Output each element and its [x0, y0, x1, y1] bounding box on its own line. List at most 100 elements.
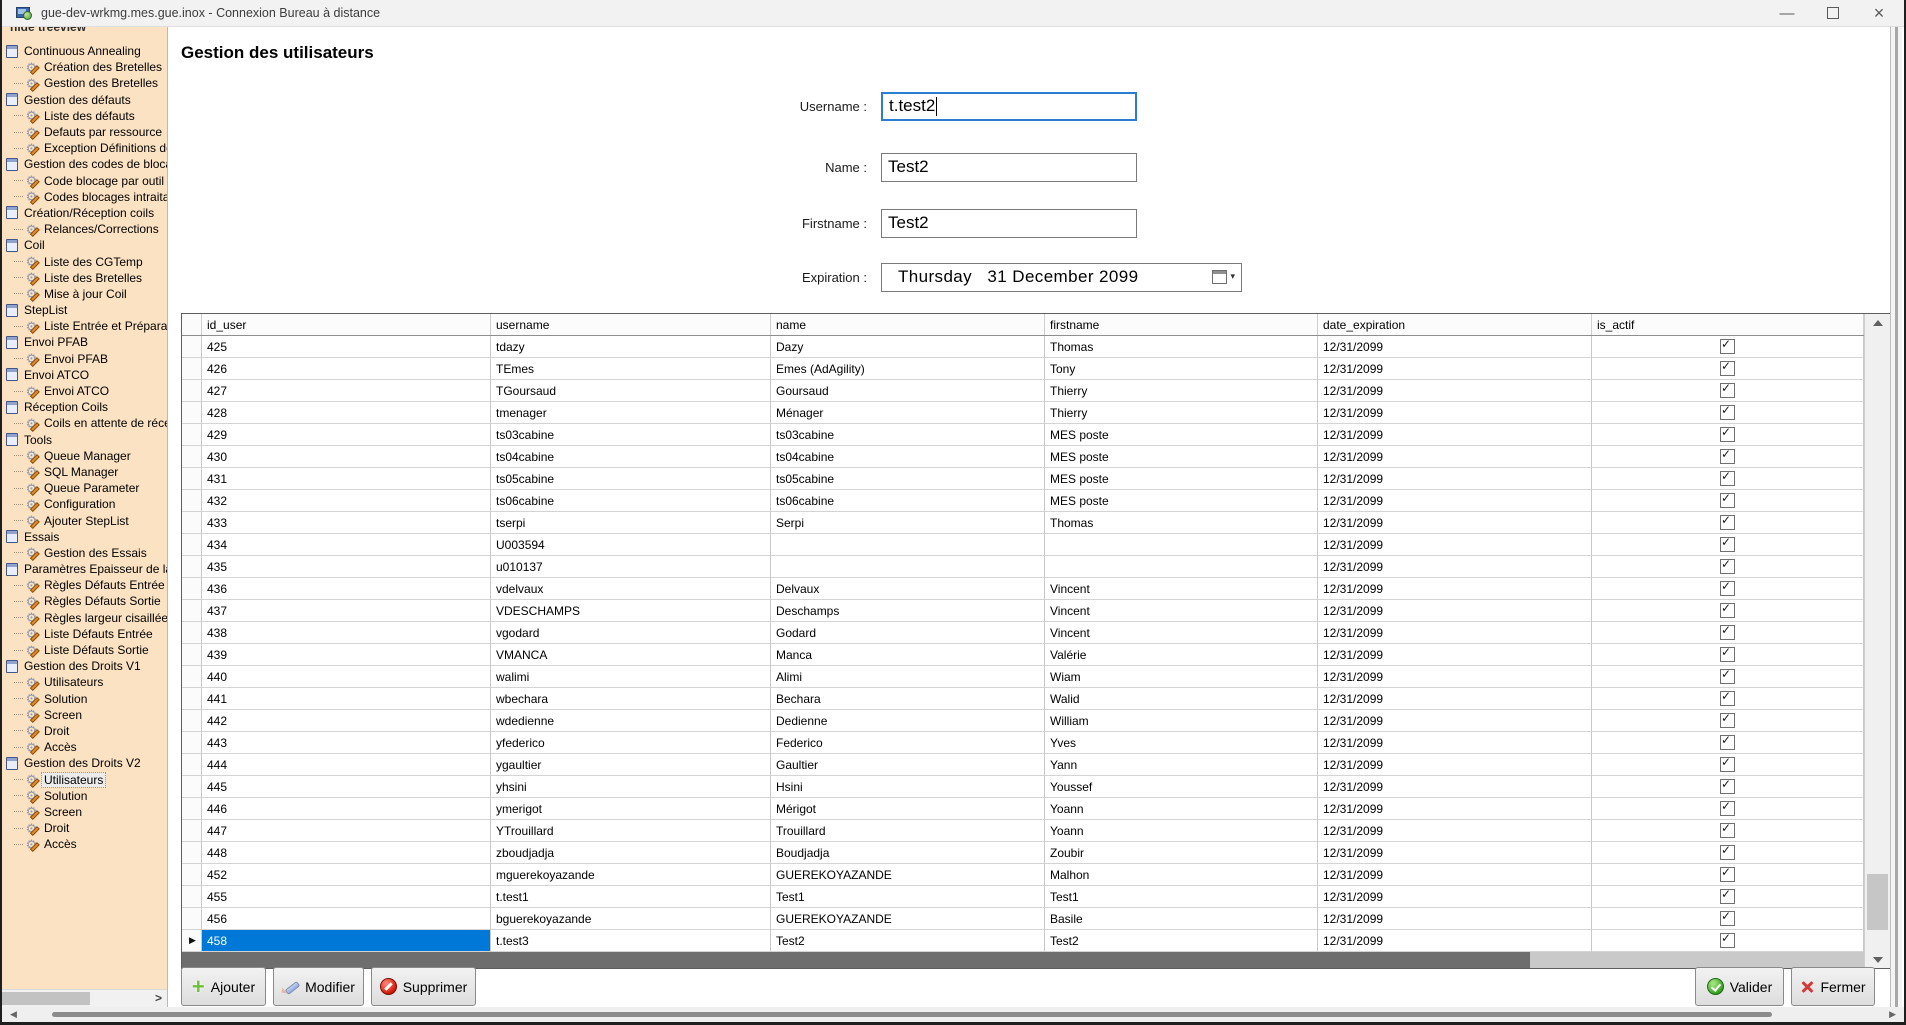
is-actif-checkbox[interactable]: ✓ — [1720, 471, 1735, 486]
cell-id_user[interactable]: 428 — [202, 402, 491, 424]
tree-node[interactable]: Essais — [2, 529, 167, 545]
cell-date_expiration[interactable]: 12/31/2099 — [1318, 666, 1592, 688]
cell-id_user[interactable]: 443 — [202, 732, 491, 754]
cell-username[interactable]: YTrouillard — [491, 820, 771, 842]
cell-name[interactable]: Deschamps — [771, 600, 1045, 622]
cell-username[interactable]: tmenager — [491, 402, 771, 424]
cell-username[interactable]: TEmes — [491, 358, 771, 380]
cell-name[interactable]: Manca — [771, 644, 1045, 666]
tree-leaf[interactable]: ⚙Liste des défauts — [2, 108, 167, 124]
cell-date_expiration[interactable]: 12/31/2099 — [1318, 798, 1592, 820]
cell-id_user[interactable]: 446 — [202, 798, 491, 820]
cell-date_expiration[interactable]: 12/31/2099 — [1318, 468, 1592, 490]
table-row[interactable]: 455t.test1Test1Test112/31/2099✓ — [182, 886, 1890, 908]
grid-scrollbar-thumb[interactable] — [1867, 874, 1888, 930]
tree-node[interactable]: Envoi ATCO — [2, 367, 167, 383]
column-header-firstname[interactable]: firstname — [1045, 314, 1318, 335]
cell-id_user[interactable]: 438 — [202, 622, 491, 644]
edit-button[interactable]: Modifier — [273, 967, 364, 1006]
is-actif-checkbox[interactable]: ✓ — [1720, 559, 1735, 574]
is-actif-checkbox[interactable]: ✓ — [1720, 537, 1735, 552]
column-header-username[interactable]: username — [491, 314, 771, 335]
cell-id_user[interactable]: 427 — [202, 380, 491, 402]
cell-date_expiration[interactable]: 12/31/2099 — [1318, 512, 1592, 534]
cell-date_expiration[interactable]: 12/31/2099 — [1318, 402, 1592, 424]
cell-id_user[interactable]: 434 — [202, 534, 491, 556]
table-row[interactable]: 428tmenagerMénagerThierry12/31/2099✓ — [182, 402, 1890, 424]
cell-firstname[interactable]: MES poste — [1045, 446, 1318, 468]
is-actif-checkbox[interactable]: ✓ — [1720, 493, 1735, 508]
is-actif-checkbox[interactable]: ✓ — [1720, 823, 1735, 838]
tree-leaf[interactable]: ⚙Queue Parameter — [2, 480, 167, 496]
cell-username[interactable]: ts06cabine — [491, 490, 771, 512]
column-header-id_user[interactable]: id_user — [202, 314, 491, 335]
cell-date_expiration[interactable]: 12/31/2099 — [1318, 908, 1592, 930]
cell-username[interactable]: yhsini — [491, 776, 771, 798]
cell-name[interactable]: GUEREKOYAZANDE — [771, 864, 1045, 886]
cell-date_expiration[interactable]: 12/31/2099 — [1318, 644, 1592, 666]
tree-leaf[interactable]: ⚙Utilisateurs — [2, 771, 167, 787]
tree-leaf[interactable]: ⚙Règles Défauts Sortie — [2, 593, 167, 609]
cell-firstname[interactable]: Vincent — [1045, 600, 1318, 622]
tree-leaf[interactable]: ⚙Droit — [2, 723, 167, 739]
is-actif-checkbox[interactable]: ✓ — [1720, 757, 1735, 772]
grid-horizontal-scrollbar[interactable] — [182, 952, 1864, 968]
tree-leaf[interactable]: ⚙Création des Bretelles — [2, 59, 167, 75]
is-actif-checkbox[interactable]: ✓ — [1720, 647, 1735, 662]
table-row[interactable]: 437VDESCHAMPSDeschampsVincent12/31/2099✓ — [182, 600, 1890, 622]
firstname-input[interactable]: Test2 — [881, 209, 1137, 238]
cell-firstname[interactable]: Wiam — [1045, 666, 1318, 688]
cell-firstname[interactable]: Walid — [1045, 688, 1318, 710]
tree-leaf[interactable]: ⚙Gestion des Essais — [2, 545, 167, 561]
is-actif-checkbox[interactable]: ✓ — [1720, 383, 1735, 398]
sidebar-scrollbar-thumb[interactable] — [2, 992, 90, 1005]
cell-date_expiration[interactable]: 12/31/2099 — [1318, 534, 1592, 556]
is-actif-checkbox[interactable]: ✓ — [1720, 427, 1735, 442]
table-row[interactable]: 447YTrouillardTrouillardYoann12/31/2099✓ — [182, 820, 1890, 842]
cell-date_expiration[interactable]: 12/31/2099 — [1318, 424, 1592, 446]
cell-name[interactable]: Test2 — [771, 930, 1045, 952]
cell-name[interactable]: ts06cabine — [771, 490, 1045, 512]
cell-id_user[interactable]: 440 — [202, 666, 491, 688]
cell-date_expiration[interactable]: 12/31/2099 — [1318, 864, 1592, 886]
tree-leaf[interactable]: ⚙Envoi ATCO — [2, 383, 167, 399]
cell-name[interactable] — [771, 534, 1045, 556]
cell-firstname[interactable]: Thomas — [1045, 336, 1318, 358]
is-actif-checkbox[interactable]: ✓ — [1720, 735, 1735, 750]
cell-id_user[interactable]: 444 — [202, 754, 491, 776]
tree-leaf[interactable]: ⚙Configuration — [2, 496, 167, 512]
table-row[interactable]: 443yfedericoFedericoYves12/31/2099✓ — [182, 732, 1890, 754]
scroll-right-icon[interactable]: ▶ — [1889, 1009, 1896, 1020]
cell-name[interactable]: Dedienne — [771, 710, 1045, 732]
session-vertical-scrollbar[interactable] — [1890, 27, 1902, 1007]
cell-date_expiration[interactable]: 12/31/2099 — [1318, 600, 1592, 622]
scroll-left-icon[interactable]: ◀ — [10, 1009, 17, 1020]
table-row[interactable]: 448zboudjadjaBoudjadjaZoubir12/31/2099✓ — [182, 842, 1890, 864]
validate-button[interactable]: Valider — [1695, 967, 1784, 1006]
is-actif-checkbox[interactable]: ✓ — [1720, 713, 1735, 728]
cell-firstname[interactable]: Yves — [1045, 732, 1318, 754]
is-actif-checkbox[interactable]: ✓ — [1720, 361, 1735, 376]
username-input[interactable]: t.test2 — [881, 92, 1137, 121]
table-row[interactable]: 432ts06cabinets06cabineMES poste12/31/20… — [182, 490, 1890, 512]
is-actif-checkbox[interactable]: ✓ — [1720, 339, 1735, 354]
tree-leaf[interactable]: ⚙Liste des Bretelles — [2, 270, 167, 286]
table-row[interactable]: 429ts03cabinets03cabineMES poste12/31/20… — [182, 424, 1890, 446]
cell-name[interactable]: Serpi — [771, 512, 1045, 534]
cell-firstname[interactable]: Test2 — [1045, 930, 1318, 952]
is-actif-checkbox[interactable]: ✓ — [1720, 889, 1735, 904]
cell-name[interactable]: Mérigot — [771, 798, 1045, 820]
cell-name[interactable]: ts03cabine — [771, 424, 1045, 446]
cell-firstname[interactable]: Valérie — [1045, 644, 1318, 666]
cell-name[interactable]: Emes (AdAgility) — [771, 358, 1045, 380]
tree-leaf[interactable]: ⚙Relances/Corrections — [2, 221, 167, 237]
is-actif-checkbox[interactable]: ✓ — [1720, 801, 1735, 816]
cell-username[interactable]: yfederico — [491, 732, 771, 754]
cell-firstname[interactable]: MES poste — [1045, 468, 1318, 490]
tree-leaf[interactable]: ⚙Liste des CGTemp — [2, 253, 167, 269]
tree-leaf[interactable]: ⚙Envoi PFAB — [2, 351, 167, 367]
tree-leaf[interactable]: ⚙Gestion des Bretelles — [2, 75, 167, 91]
cell-username[interactable]: wdedienne — [491, 710, 771, 732]
cell-username[interactable]: ts03cabine — [491, 424, 771, 446]
cell-username[interactable]: ts05cabine — [491, 468, 771, 490]
